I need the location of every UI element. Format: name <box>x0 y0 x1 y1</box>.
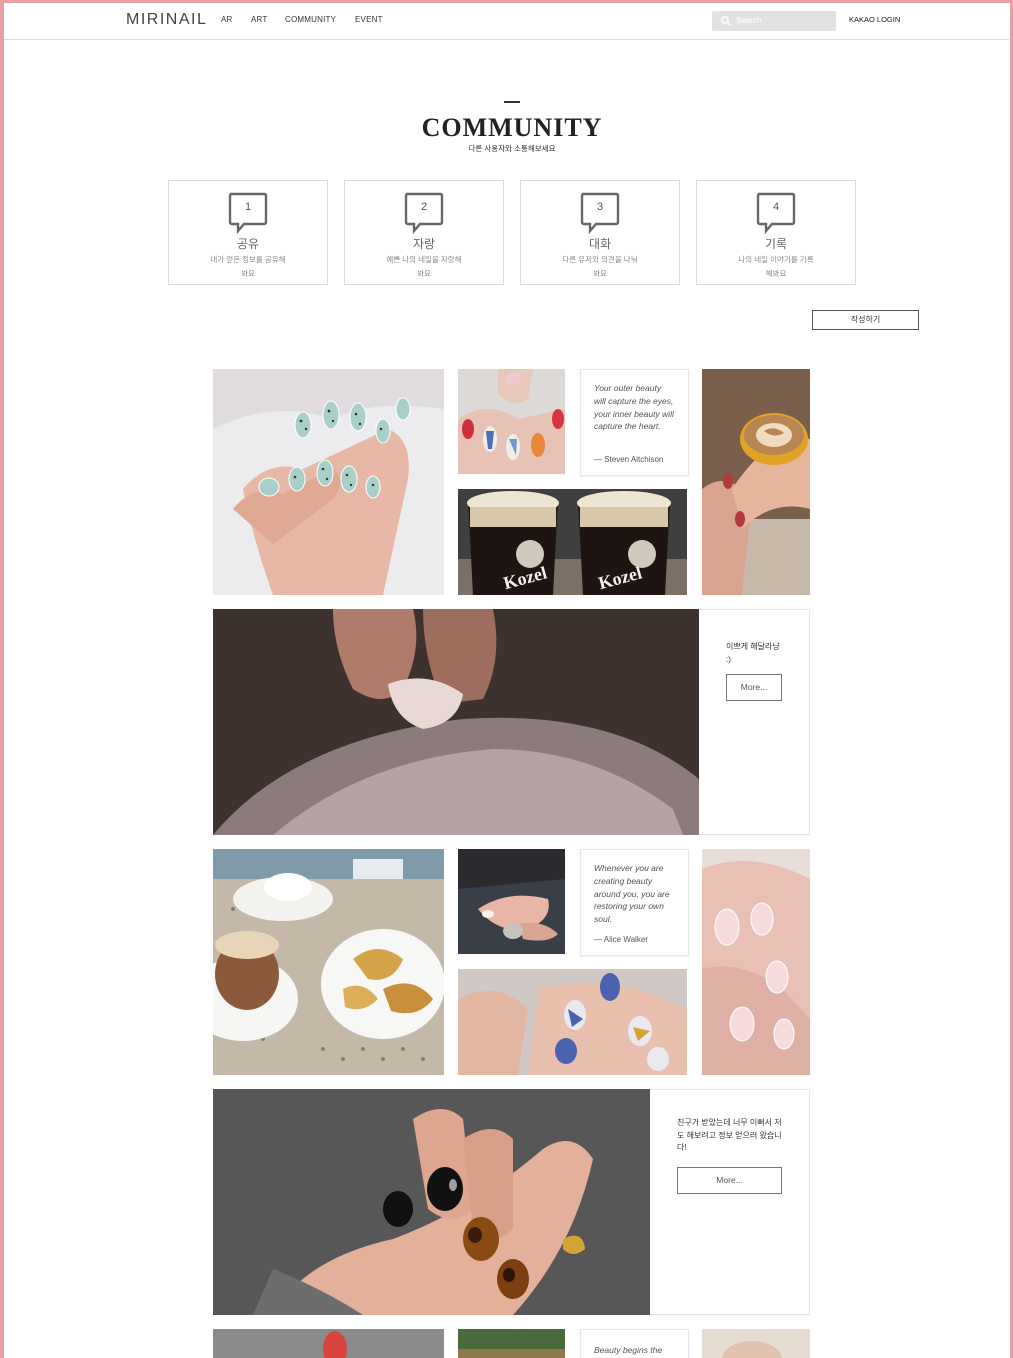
photo-image <box>702 849 810 1075</box>
category-name: 대화 <box>588 237 612 251</box>
photo-image <box>458 969 687 1075</box>
post-card: 친구가 받았는데 너무 이뻐서 저도 해보려고 정보 얻으러 왔습니다! Mor… <box>650 1089 810 1315</box>
photo-image <box>213 1089 650 1315</box>
search-placeholder: Search <box>736 16 762 25</box>
nav-item-community[interactable]: COMMUNITY <box>285 15 336 24</box>
quote-text: Beauty begins the <box>594 1345 663 1355</box>
search-icon <box>721 16 731 26</box>
category-card-record[interactable]: 4 기록 나의 네일 이야기를 기록해봐요 <box>696 180 856 285</box>
speech-bubble-icon <box>228 192 268 235</box>
category-number: 1 <box>244 201 252 213</box>
photo-nails-fluffy[interactable] <box>213 609 699 835</box>
category-card-share[interactable]: 1 공유 내가 얻은 정보를 공유해봐요 <box>168 180 328 285</box>
photo-image <box>213 1329 444 1358</box>
photo-image <box>458 369 565 474</box>
top-nav-bar: MIRINAIL AR ART COMMUNITY EVENT Search K… <box>4 3 1010 40</box>
photo-partial-2[interactable] <box>458 1329 565 1358</box>
photo-image <box>213 369 444 595</box>
photo-latte-art[interactable] <box>702 369 810 595</box>
nav-item-event[interactable]: EVENT <box>355 15 383 24</box>
category-card-talk[interactable]: 3 대화 다른 유저와 의견을 나눠봐요 <box>520 180 680 285</box>
speech-bubble-icon <box>404 192 444 235</box>
quote-card: Beauty begins the <box>580 1329 689 1358</box>
category-desc: 내가 얻은 정보를 공유해봐요 <box>210 255 286 278</box>
category-card-show[interactable]: 2 자랑 예쁜 나의 네일을 자랑해봐요 <box>344 180 504 285</box>
quote-card: Your outer beauty will capture the eyes,… <box>580 369 689 476</box>
quote-card: Whenever you are creating beauty around … <box>580 849 689 956</box>
category-desc: 예쁜 나의 네일을 자랑해봐요 <box>386 255 462 278</box>
photo-image <box>213 849 444 1075</box>
page: MIRINAIL AR ART COMMUNITY EVENT Search K… <box>4 3 1010 1358</box>
nav-item-ar[interactable]: AR <box>221 15 233 24</box>
title-divider <box>504 101 520 103</box>
photo-nail-drawing[interactable] <box>458 849 565 954</box>
photo-partial-1[interactable] <box>213 1329 444 1358</box>
quote-author: — Steven Aitchison <box>594 455 664 464</box>
photo-image <box>458 849 565 954</box>
quote-text: Whenever you are creating beauty around … <box>594 863 670 925</box>
photo-nails-colorful[interactable] <box>458 369 565 474</box>
category-desc: 다른 유저와 의견을 나눠봐요 <box>562 255 638 278</box>
write-post-button[interactable]: 작성하기 <box>812 310 919 330</box>
kakao-login-button[interactable]: KAKAO LOGIN <box>849 15 900 24</box>
speech-bubble-icon <box>580 192 620 235</box>
photo-nails-blue-gold[interactable] <box>458 969 687 1075</box>
category-desc: 나의 네일 이야기를 기록해봐요 <box>738 255 814 278</box>
post-text: 이쁘게 해달라냥 :) <box>726 642 780 664</box>
speech-bubble-icon <box>756 192 796 235</box>
page-subtitle: 다른 사용자와 소통해보세요 <box>468 144 556 153</box>
photo-cafe-table[interactable] <box>213 849 444 1075</box>
quote-text: Your outer beauty will capture the eyes,… <box>594 383 674 432</box>
photo-nails-dotted-mint[interactable] <box>213 369 444 595</box>
photo-image <box>213 609 699 835</box>
quote-author: — Alice Walker <box>594 935 648 944</box>
nav-item-art[interactable]: ART <box>251 15 267 24</box>
category-number: 3 <box>596 201 604 213</box>
photo-beer-glasses[interactable]: Kozel Kozel <box>458 489 687 595</box>
search-input[interactable]: Search <box>712 11 836 31</box>
post-card: 이쁘게 해달라냥 :) More... <box>699 609 810 835</box>
photo-image: Kozel Kozel <box>458 489 687 595</box>
photo-image <box>702 1329 810 1358</box>
category-number: 2 <box>420 201 428 213</box>
page-title: COMMUNITY <box>421 113 603 142</box>
more-button[interactable]: More... <box>726 674 782 701</box>
photo-nails-pink[interactable] <box>702 849 810 1075</box>
category-name: 자랑 <box>412 237 436 251</box>
photo-image <box>702 369 810 595</box>
category-name: 공유 <box>236 237 260 251</box>
logo[interactable]: MIRINAIL <box>126 11 207 29</box>
category-number: 4 <box>772 201 780 213</box>
post-text: 친구가 받았는데 너무 이뻐서 저도 해보려고 정보 얻으러 왔습니다! <box>677 1118 782 1152</box>
more-button[interactable]: More... <box>677 1167 782 1194</box>
photo-image <box>458 1329 565 1358</box>
photo-nails-black-tortoise[interactable] <box>213 1089 650 1315</box>
photo-partial-3[interactable] <box>702 1329 810 1358</box>
category-name: 기록 <box>764 237 788 251</box>
